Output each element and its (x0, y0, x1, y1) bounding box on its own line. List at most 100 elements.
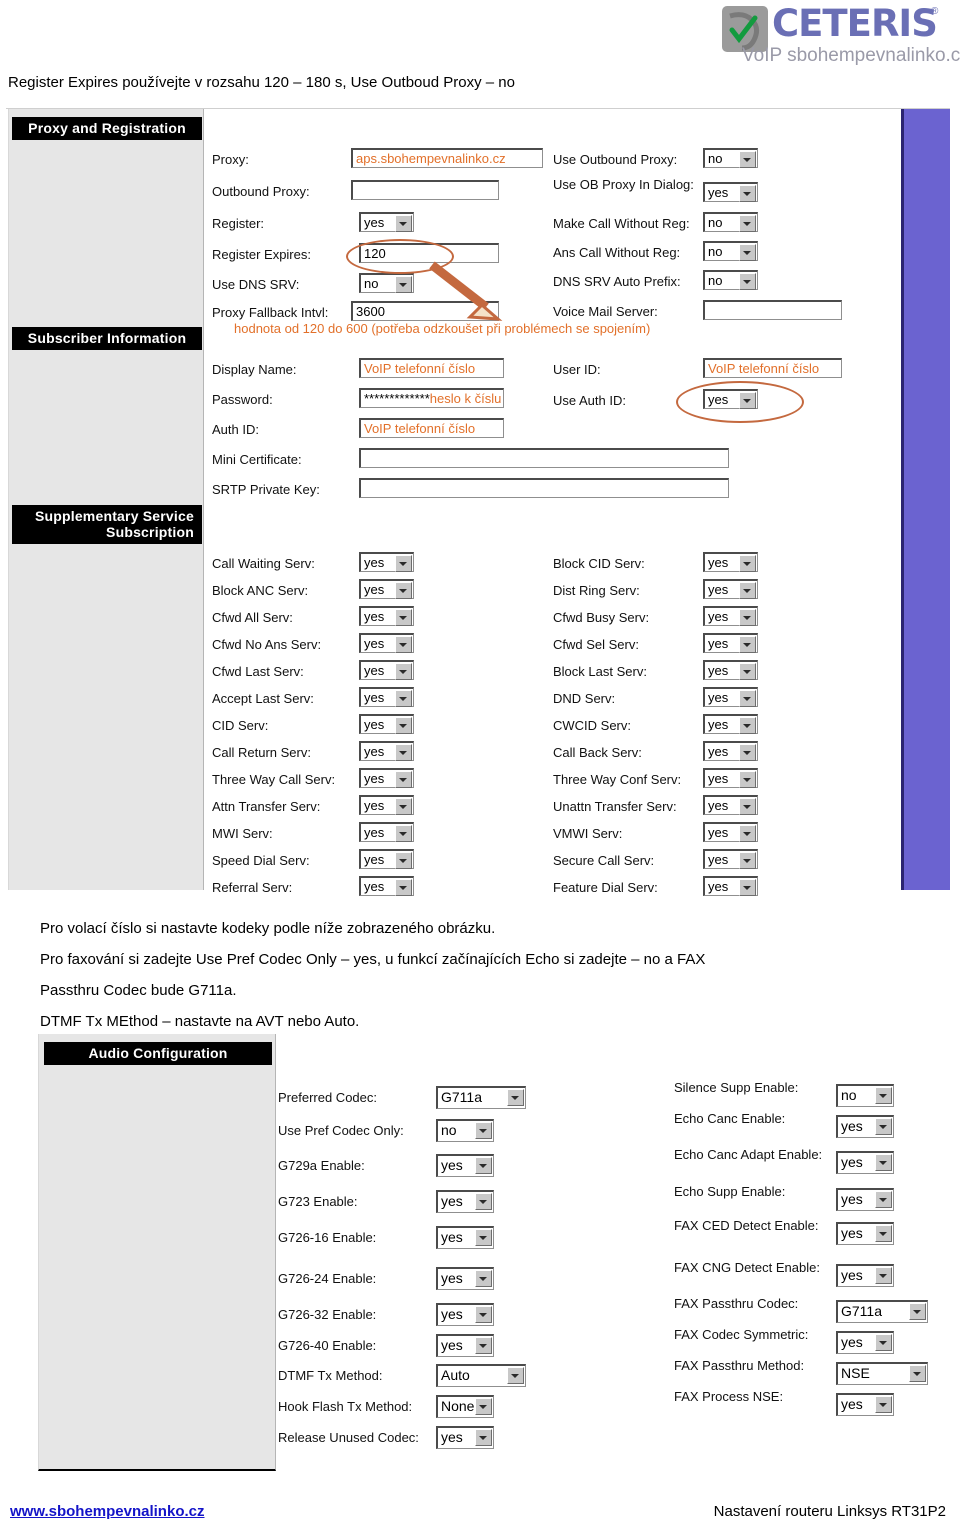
select-dnd-serv[interactable]: yes (703, 687, 758, 707)
chevron-down-icon[interactable] (395, 798, 412, 815)
select-feature-dial-serv[interactable]: yes (703, 876, 758, 896)
chevron-down-icon[interactable] (875, 1267, 892, 1284)
select-use-ob-proxy-in-dialog[interactable]: yes (703, 182, 758, 202)
select-use-pref-codec-only[interactable]: no (436, 1119, 494, 1142)
select-three-way-call-serv[interactable]: yes (359, 768, 414, 788)
field-voice-mail-server[interactable] (703, 300, 842, 320)
chevron-down-icon[interactable] (739, 609, 756, 626)
chevron-down-icon[interactable] (739, 582, 756, 599)
chevron-down-icon[interactable] (395, 663, 412, 680)
chevron-down-icon[interactable] (395, 582, 412, 599)
select-cfwd-no-ans-serv[interactable]: yes (359, 633, 414, 653)
chevron-down-icon[interactable] (475, 1229, 492, 1246)
chevron-down-icon[interactable] (739, 798, 756, 815)
select-preferred-codec[interactable]: G711a (436, 1086, 526, 1109)
select-ans-call-without-reg[interactable]: no (703, 241, 758, 261)
select-attn-transfer-serv[interactable]: yes (359, 795, 414, 815)
chevron-down-icon[interactable] (475, 1193, 492, 1210)
select-speed-dial-serv[interactable]: yes (359, 849, 414, 869)
chevron-down-icon[interactable] (475, 1337, 492, 1354)
chevron-down-icon[interactable] (739, 852, 756, 869)
select-silence-supp-enable[interactable]: no (836, 1084, 894, 1107)
chevron-down-icon[interactable] (739, 244, 756, 261)
select-g726-24-enable[interactable]: yes (436, 1267, 494, 1290)
select-block-anc-serv[interactable]: yes (359, 579, 414, 599)
select-use-outbound-proxy[interactable]: no (703, 148, 758, 168)
select-g726-16-enable[interactable]: yes (436, 1226, 494, 1249)
chevron-down-icon[interactable] (739, 392, 756, 409)
field-outbound-proxy[interactable] (351, 180, 499, 200)
chevron-down-icon[interactable] (875, 1225, 892, 1242)
select-referral-serv[interactable]: yes (359, 876, 414, 896)
select-fax-codec-symmetric[interactable]: yes (836, 1331, 894, 1354)
chevron-down-icon[interactable] (875, 1118, 892, 1135)
field-register-expires[interactable]: 120 (359, 243, 499, 263)
select-cwcid-serv[interactable]: yes (703, 714, 758, 734)
field-display-name[interactable]: VoIP telefonní číslo (359, 358, 504, 378)
select-g726-32-enable[interactable]: yes (436, 1303, 494, 1326)
chevron-down-icon[interactable] (739, 744, 756, 761)
select-call-back-serv[interactable]: yes (703, 741, 758, 761)
select-secure-call-serv[interactable]: yes (703, 849, 758, 869)
chevron-down-icon[interactable] (395, 744, 412, 761)
select-echo-canc-enable[interactable]: yes (836, 1115, 894, 1138)
chevron-down-icon[interactable] (475, 1270, 492, 1287)
select-cfwd-last-serv[interactable]: yes (359, 660, 414, 680)
select-call-waiting-serv[interactable]: yes (359, 552, 414, 572)
chevron-down-icon[interactable] (739, 771, 756, 788)
select-cid-serv[interactable]: yes (359, 714, 414, 734)
select-cfwd-busy-serv[interactable]: yes (703, 606, 758, 626)
chevron-down-icon[interactable] (395, 690, 412, 707)
field-mini-certificate[interactable] (359, 448, 729, 468)
select-vmwi-serv[interactable]: yes (703, 822, 758, 842)
select-accept-last-serv[interactable]: yes (359, 687, 414, 707)
chevron-down-icon[interactable] (395, 215, 412, 232)
select-block-last-serv[interactable]: yes (703, 660, 758, 680)
chevron-down-icon[interactable] (875, 1191, 892, 1208)
chevron-down-icon[interactable] (739, 717, 756, 734)
field-password[interactable]: *************heslo k číslu (359, 388, 504, 408)
chevron-down-icon[interactable] (475, 1398, 492, 1415)
chevron-down-icon[interactable] (739, 663, 756, 680)
select-fax-cng-detect-enable[interactable]: yes (836, 1264, 894, 1287)
select-mwi-serv[interactable]: yes (359, 822, 414, 842)
chevron-down-icon[interactable] (909, 1365, 926, 1382)
chevron-down-icon[interactable] (395, 276, 412, 293)
select-fax-ced-detect-enable[interactable]: yes (836, 1222, 894, 1245)
select-dtmf-tx-method[interactable]: Auto (436, 1364, 526, 1387)
chevron-down-icon[interactable] (739, 273, 756, 290)
select-release-unused-codec[interactable]: yes (436, 1426, 494, 1449)
select-g726-40-enable[interactable]: yes (436, 1334, 494, 1357)
select-fax-process-nse[interactable]: yes (836, 1393, 894, 1416)
select-register[interactable]: yes (359, 212, 414, 232)
chevron-down-icon[interactable] (739, 690, 756, 707)
select-use-dns-srv[interactable]: no (359, 273, 414, 293)
select-cfwd-sel-serv[interactable]: yes (703, 633, 758, 653)
chevron-down-icon[interactable] (909, 1303, 926, 1320)
select-make-call-without-reg[interactable]: no (703, 212, 758, 232)
select-fax-passthru-codec[interactable]: G711a (836, 1300, 928, 1323)
chevron-down-icon[interactable] (739, 555, 756, 572)
chevron-down-icon[interactable] (395, 636, 412, 653)
chevron-down-icon[interactable] (395, 852, 412, 869)
select-g729a-enable[interactable]: yes (436, 1154, 494, 1177)
chevron-down-icon[interactable] (475, 1429, 492, 1446)
field-user-id[interactable]: VoIP telefonní číslo (703, 358, 842, 378)
footer-website-link[interactable]: www.sbohempevnalinko.cz (10, 1503, 205, 1520)
field-srtp-private-key[interactable] (359, 478, 729, 498)
chevron-down-icon[interactable] (475, 1306, 492, 1323)
select-cfwd-all-serv[interactable]: yes (359, 606, 414, 626)
select-echo-supp-enable[interactable]: yes (836, 1188, 894, 1211)
select-three-way-conf-serv[interactable]: yes (703, 768, 758, 788)
select-fax-passthru-method[interactable]: NSE (836, 1362, 928, 1385)
chevron-down-icon[interactable] (507, 1367, 524, 1384)
chevron-down-icon[interactable] (739, 879, 756, 896)
chevron-down-icon[interactable] (475, 1122, 492, 1139)
field-auth-id[interactable]: VoIP telefonní číslo (359, 418, 504, 438)
field-proxy[interactable]: aps.sbohempevnalinko.cz (351, 148, 543, 168)
chevron-down-icon[interactable] (739, 151, 756, 168)
chevron-down-icon[interactable] (875, 1396, 892, 1413)
chevron-down-icon[interactable] (395, 717, 412, 734)
select-echo-canc-adapt-enable[interactable]: yes (836, 1151, 894, 1174)
select-hook-flash-tx-method[interactable]: None (436, 1395, 494, 1418)
